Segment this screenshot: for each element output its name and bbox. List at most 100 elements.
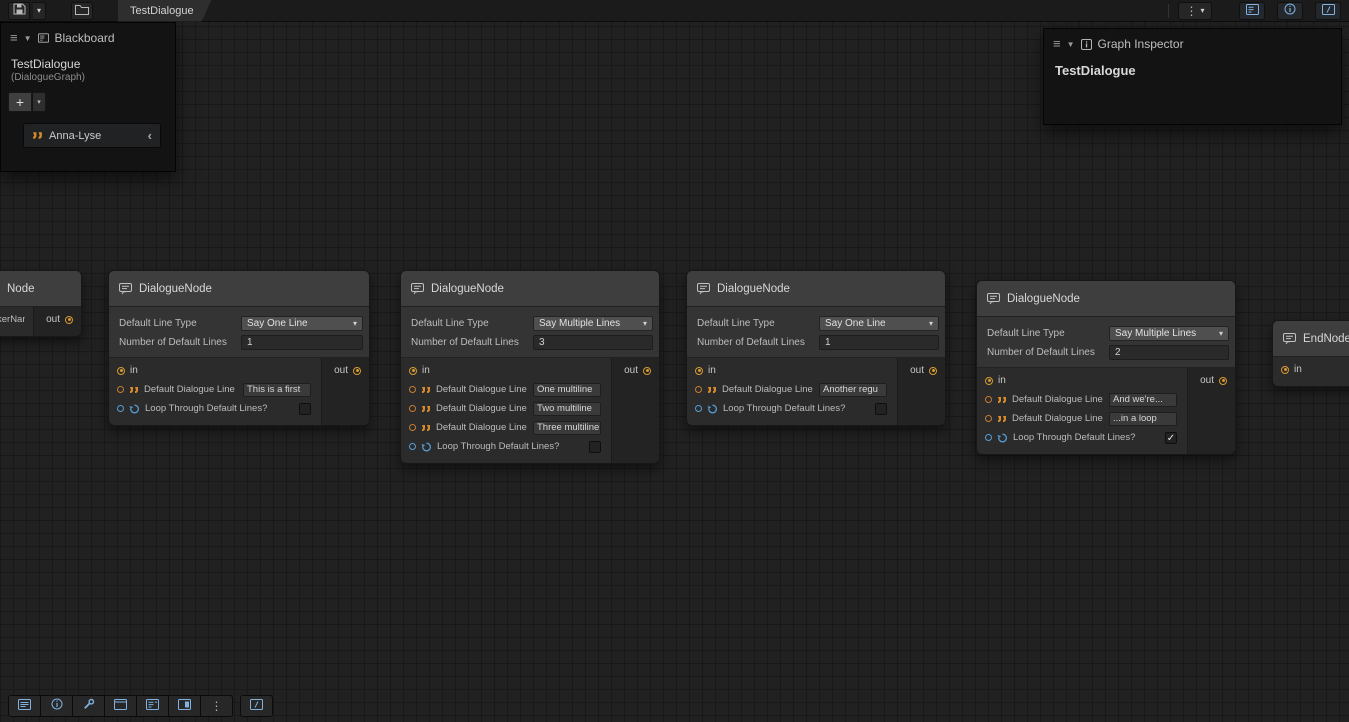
line-type-dropdown[interactable]: Say One Line ▾ bbox=[241, 316, 363, 331]
dialogue-node-4[interactable]: DialogueNode Default Line Type Say Multi… bbox=[976, 280, 1236, 455]
info-button[interactable] bbox=[40, 695, 73, 717]
collapse-arrow-icon[interactable]: ▼ bbox=[24, 34, 32, 43]
line-type-dropdown[interactable]: Say Multiple Lines ▾ bbox=[1109, 326, 1229, 341]
string-port[interactable] bbox=[985, 396, 992, 403]
dialogue-node-1[interactable]: DialogueNode Default Line Type Say One L… bbox=[108, 270, 370, 426]
collapse-chevron-icon[interactable]: ‹ bbox=[148, 128, 152, 143]
dialogue-node-icon bbox=[411, 283, 424, 295]
options-menu-button[interactable]: ⋮ ▾ bbox=[1178, 2, 1212, 20]
script-button[interactable] bbox=[240, 695, 273, 717]
add-variable-dropdown[interactable]: ▾ bbox=[33, 92, 46, 112]
dialogue-node-2[interactable]: DialogueNode Default Line Type Say Multi… bbox=[400, 270, 660, 464]
out-port[interactable] bbox=[643, 367, 651, 375]
collapse-arrow-icon[interactable]: ▼ bbox=[1067, 40, 1075, 49]
node-title[interactable]: DialogueNode bbox=[687, 271, 945, 307]
loop-checkbox[interactable] bbox=[299, 403, 311, 415]
port-label: Default Dialogue Line bbox=[144, 384, 238, 395]
hamburger-icon[interactable]: ≡ bbox=[10, 33, 18, 43]
end-node[interactable]: EndNode in bbox=[1272, 320, 1349, 387]
console-button[interactable] bbox=[8, 695, 41, 717]
node-title[interactable]: DialogueNode bbox=[109, 271, 369, 307]
open-asset-button[interactable] bbox=[71, 2, 93, 20]
breadcrumb-tab[interactable]: TestDialogue bbox=[118, 0, 212, 22]
num-lines-field[interactable]: 1 bbox=[241, 335, 363, 350]
field-label: Number of Default Lines bbox=[693, 337, 819, 348]
kebab-icon: ⋮ bbox=[1185, 6, 1197, 16]
dialogue-line-field[interactable]: Two multiline bbox=[533, 402, 601, 416]
inspector-toggle-button[interactable] bbox=[1277, 2, 1303, 20]
string-port[interactable] bbox=[695, 386, 702, 393]
bool-port[interactable] bbox=[695, 405, 702, 412]
in-port[interactable] bbox=[695, 367, 703, 375]
node-title[interactable]: DialogueNode bbox=[977, 281, 1235, 317]
tools-button[interactable] bbox=[72, 695, 105, 717]
node-title[interactable]: DialogueNode bbox=[401, 271, 659, 307]
dialogue-line-field[interactable]: Three multiline bbox=[533, 421, 601, 435]
bool-port[interactable] bbox=[117, 405, 124, 412]
line-type-dropdown[interactable]: Say One Line ▾ bbox=[819, 316, 939, 331]
chevron-down-icon: ▾ bbox=[353, 319, 357, 328]
num-lines-field[interactable]: 1 bbox=[819, 335, 939, 350]
script-toggle-button[interactable] bbox=[1315, 2, 1341, 20]
dropdown-value: Say One Line bbox=[825, 318, 925, 329]
in-port[interactable] bbox=[985, 377, 993, 385]
node-title[interactable]: EndNode bbox=[1273, 321, 1349, 357]
node-title-label: EndNode bbox=[1303, 333, 1349, 345]
dropdown-value: Say Multiple Lines bbox=[539, 318, 639, 329]
save-button[interactable] bbox=[8, 2, 30, 20]
dialogue-line-field[interactable]: Another regu bbox=[819, 383, 887, 397]
in-port[interactable] bbox=[409, 367, 417, 375]
blackboard-toggle-button[interactable] bbox=[1239, 2, 1265, 20]
dialogue-line-field[interactable]: One multiline bbox=[533, 383, 601, 397]
string-port[interactable] bbox=[117, 386, 124, 393]
num-lines-field[interactable]: 3 bbox=[533, 335, 653, 350]
blackboard-button[interactable] bbox=[136, 695, 169, 717]
out-port[interactable] bbox=[1219, 377, 1227, 385]
port-label: in bbox=[422, 365, 430, 376]
dialogue-line-field[interactable]: This is a first bbox=[243, 383, 311, 397]
dropdown-value: Say One Line bbox=[247, 318, 349, 329]
add-variable-button[interactable]: + bbox=[8, 92, 32, 112]
loop-checkbox[interactable] bbox=[589, 441, 601, 453]
port-label: Default Dialogue Line 1 bbox=[1012, 394, 1104, 405]
save-dropdown-button[interactable]: ▾ bbox=[33, 2, 46, 20]
graph-canvas[interactable]: Node kerName out DialogueNode Default bbox=[0, 0, 1349, 722]
blackboard-graph-name: TestDialogue bbox=[1, 49, 175, 71]
in-port[interactable] bbox=[1281, 366, 1289, 374]
inspector-header[interactable]: ≡ ▼ Graph Inspector bbox=[1044, 29, 1341, 55]
string-port[interactable] bbox=[985, 415, 992, 422]
num-lines-field[interactable]: 2 bbox=[1109, 345, 1229, 360]
string-port[interactable] bbox=[409, 405, 416, 412]
window-button[interactable] bbox=[104, 695, 137, 717]
dialogue-line-field[interactable]: And we're... bbox=[1109, 393, 1177, 407]
quote-icon bbox=[421, 405, 431, 413]
more-button[interactable]: ⋮ bbox=[200, 695, 233, 717]
speaker-node-partial[interactable]: Node kerName out bbox=[0, 270, 82, 337]
out-port[interactable] bbox=[929, 367, 937, 375]
string-port[interactable] bbox=[409, 424, 416, 431]
node-title-label: DialogueNode bbox=[1007, 293, 1080, 305]
dialogue-line-field[interactable]: ...in a loop bbox=[1109, 412, 1177, 426]
loop-checkbox[interactable]: ✓ bbox=[1165, 432, 1177, 444]
node-title[interactable]: Node bbox=[0, 271, 81, 307]
out-port[interactable] bbox=[353, 367, 361, 375]
port-label: Loop Through Default Lines? bbox=[437, 441, 584, 452]
open-folder-icon bbox=[75, 2, 89, 20]
in-port[interactable] bbox=[117, 367, 125, 375]
blackboard-header[interactable]: ≡ ▼ Blackboard bbox=[1, 23, 175, 49]
out-port[interactable] bbox=[65, 316, 73, 324]
port-label: in bbox=[998, 375, 1006, 386]
bool-port[interactable] bbox=[985, 434, 992, 441]
blackboard-variable[interactable]: Anna-Lyse ‹ bbox=[23, 123, 161, 148]
dialogue-node-3[interactable]: DialogueNode Default Line Type Say One L… bbox=[686, 270, 946, 426]
display-button[interactable] bbox=[168, 695, 201, 717]
loop-checkbox[interactable] bbox=[875, 403, 887, 415]
line-type-dropdown[interactable]: Say Multiple Lines ▾ bbox=[533, 316, 653, 331]
string-port[interactable] bbox=[409, 386, 416, 393]
script-toggle-icon bbox=[1322, 2, 1335, 20]
info-icon bbox=[51, 697, 63, 715]
hamburger-icon[interactable]: ≡ bbox=[1053, 39, 1061, 49]
blackboard-icon bbox=[146, 697, 159, 715]
quote-icon bbox=[707, 386, 717, 394]
bool-port[interactable] bbox=[409, 443, 416, 450]
